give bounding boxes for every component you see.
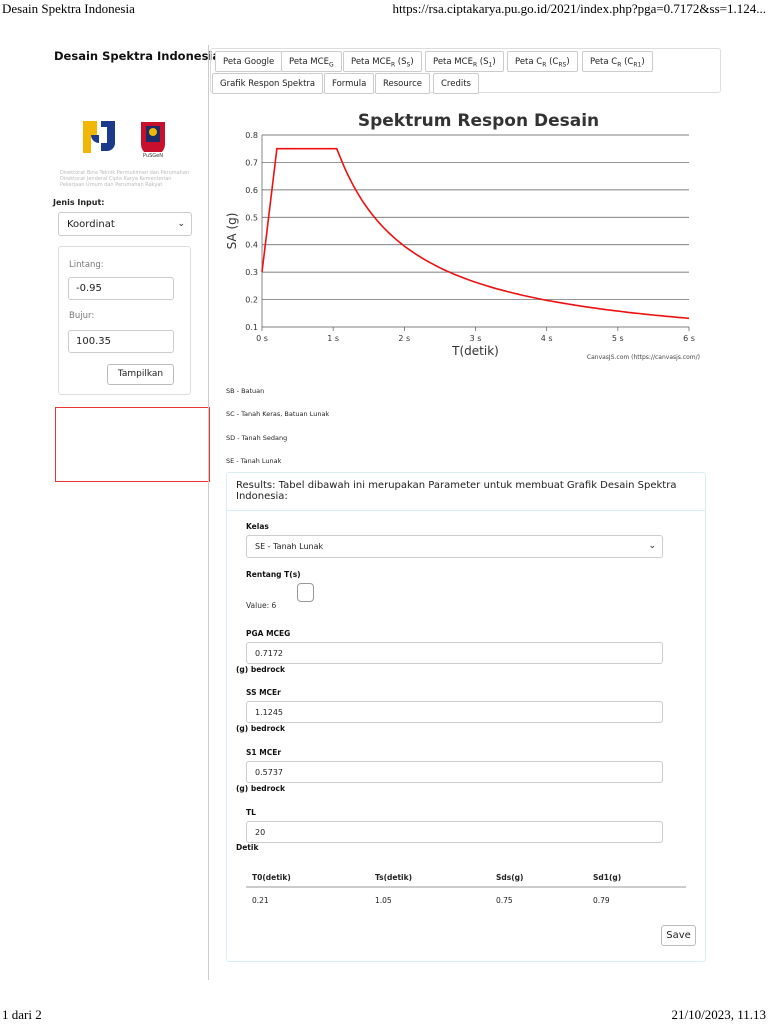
- y-tick-label: 0.1: [245, 323, 258, 332]
- spectrum-line: [261, 147, 690, 320]
- pga-label: PGA MCEG: [246, 629, 291, 638]
- results-panel: Results: Tabel dibawah ini merupakan Par…: [226, 472, 706, 962]
- tab-peta-mceg[interactable]: Peta MCEG: [281, 51, 342, 72]
- tab-peta-cr-crs[interactable]: Peta CR (CRS): [507, 51, 578, 72]
- jenis-input-label: Jenis Input:: [53, 198, 105, 207]
- table-cell-sds: 0.75: [496, 896, 513, 905]
- table-divider: [246, 886, 686, 888]
- svg-text:PuSGeN: PuSGeN: [143, 153, 163, 159]
- pupr-logo: [81, 119, 117, 155]
- results-title: Results: Tabel dibawah ini merupakan Par…: [236, 480, 677, 502]
- table-header-sds: Sds(g): [496, 873, 524, 882]
- ss-unit: (g) bedrock: [236, 724, 285, 733]
- y-tick-label: 0.4: [245, 241, 258, 250]
- y-tick-label: 0.5: [245, 213, 258, 222]
- s1-input[interactable]: 0.5737: [246, 761, 663, 783]
- response-spectrum-chart: Spektrum Respon Desain 0.1 0.2 0.3 0.4 0.5 0.6…: [225, 111, 700, 361]
- chart-credit: CanvasJS.com (https://canvasjs.com/): [587, 354, 700, 361]
- s1-unit: (g) bedrock: [236, 784, 285, 793]
- x-axis-title: T(detik): [451, 344, 499, 358]
- tl-label: TL: [246, 808, 256, 817]
- tab-resource[interactable]: Resource: [375, 73, 430, 94]
- rentang-value: Value: 6: [246, 601, 277, 610]
- ss-label: SS MCEr: [246, 688, 281, 697]
- y-tick-label: 0.7: [245, 158, 258, 167]
- tampilkan-button[interactable]: Tampilkan: [107, 364, 174, 385]
- main-divider: [208, 45, 209, 980]
- tl-unit: Detik: [236, 843, 259, 852]
- tab-credits[interactable]: Credits: [433, 73, 479, 94]
- y-axis-title: SA (g): [225, 213, 239, 250]
- table-header-sd1: Sd1(g): [593, 873, 622, 882]
- site-class-item: SE - Tanah Lunak: [226, 457, 282, 465]
- table-cell-t0: 0.21: [252, 896, 269, 905]
- table-cell-sd1: 0.79: [593, 896, 610, 905]
- print-timestamp: 21/10/2023, 11.13: [671, 1007, 767, 1022]
- y-tick-label: 0.8: [245, 131, 258, 140]
- tab-bar: Peta Google Peta MCEG Peta MCER (SS) Pet…: [210, 48, 721, 94]
- chevron-down-icon: ⌄: [177, 219, 185, 229]
- kelas-label: Kelas: [246, 522, 269, 531]
- site-class-item: SB - Batuan: [226, 387, 265, 395]
- site-class-item: SD - Tanah Sedang: [226, 434, 288, 442]
- rentang-label: Rentang T(s): [246, 570, 301, 579]
- rentang-slider[interactable]: [297, 583, 314, 602]
- y-tick-label: 0.3: [245, 268, 258, 277]
- results-header: Results: Tabel dibawah ini merupakan Par…: [227, 473, 705, 511]
- x-tick-label: 2 s: [398, 334, 410, 343]
- bujur-label: Bujur:: [69, 311, 95, 321]
- x-tick-label: 5 s: [612, 334, 624, 343]
- kelas-value: SE - Tanah Lunak: [255, 542, 324, 551]
- y-tick-label: 0.6: [245, 186, 258, 195]
- pusair-logo: PuSGeN: [141, 122, 165, 159]
- lintang-label: Lintang:: [69, 260, 104, 270]
- table-header-ts: Ts(detik): [375, 873, 413, 882]
- tab-formula[interactable]: Formula: [324, 73, 375, 94]
- page-title: Desain Spektra Indonesia: [2, 1, 135, 16]
- table-header-t0: T0(detik): [252, 873, 291, 882]
- print-header: Desain Spektra Indonesia https://rsa.cip…: [0, 0, 768, 20]
- map-placeholder: [55, 407, 210, 482]
- s1-label: S1 MCEr: [246, 748, 282, 757]
- save-button[interactable]: Save: [661, 925, 696, 946]
- tab-peta-cr-cr1[interactable]: Peta CR (CR1): [582, 51, 653, 72]
- chevron-down-icon: ⌄: [648, 541, 656, 551]
- pga-unit: (g) bedrock: [236, 665, 285, 674]
- pga-input[interactable]: 0.7172: [246, 642, 663, 664]
- kelas-select[interactable]: SE - Tanah Lunak ⌄: [246, 535, 663, 558]
- tab-grafik-respon-spektra[interactable]: Grafik Respon Spektra: [212, 73, 324, 94]
- ss-input[interactable]: 1.1245: [246, 701, 663, 723]
- x-tick-label: 0 s: [256, 334, 268, 343]
- jenis-input-value: Koordinat: [67, 219, 115, 230]
- x-tick-label: 3 s: [470, 334, 482, 343]
- tl-input[interactable]: 20: [246, 821, 663, 843]
- jenis-input-select[interactable]: Koordinat ⌄: [58, 212, 192, 236]
- sidebar-title: Desain Spektra Indonesia: [54, 49, 221, 63]
- tab-peta-mcer-s1[interactable]: Peta MCER (S1): [425, 51, 504, 72]
- x-tick-label: 1 s: [327, 334, 339, 343]
- lintang-input[interactable]: -0.95: [68, 277, 174, 300]
- x-tick-label: 4 s: [541, 334, 553, 343]
- institution-caption: Direktorat Bina Teknik Permukiman dan Pe…: [60, 170, 190, 188]
- print-footer: 1 dari 2 21/10/2023, 11.13: [0, 1004, 768, 1024]
- x-tick-label: 6 s: [683, 334, 695, 343]
- site-class-item: SC - Tanah Keras, Batuan Lunak: [226, 410, 330, 418]
- table-cell-ts: 1.05: [375, 896, 392, 905]
- y-tick-label: 0.2: [245, 296, 258, 305]
- tab-peta-mcer-ss[interactable]: Peta MCER (SS): [343, 51, 422, 72]
- page-url: https://rsa.ciptakarya.pu.go.id/2021/ind…: [392, 1, 766, 16]
- page-indicator: 1 dari 2: [2, 1007, 42, 1022]
- tab-peta-google[interactable]: Peta Google: [215, 51, 283, 72]
- chart-title: Spektrum Respon Desain: [358, 111, 599, 131]
- bujur-input[interactable]: 100.35: [68, 330, 174, 353]
